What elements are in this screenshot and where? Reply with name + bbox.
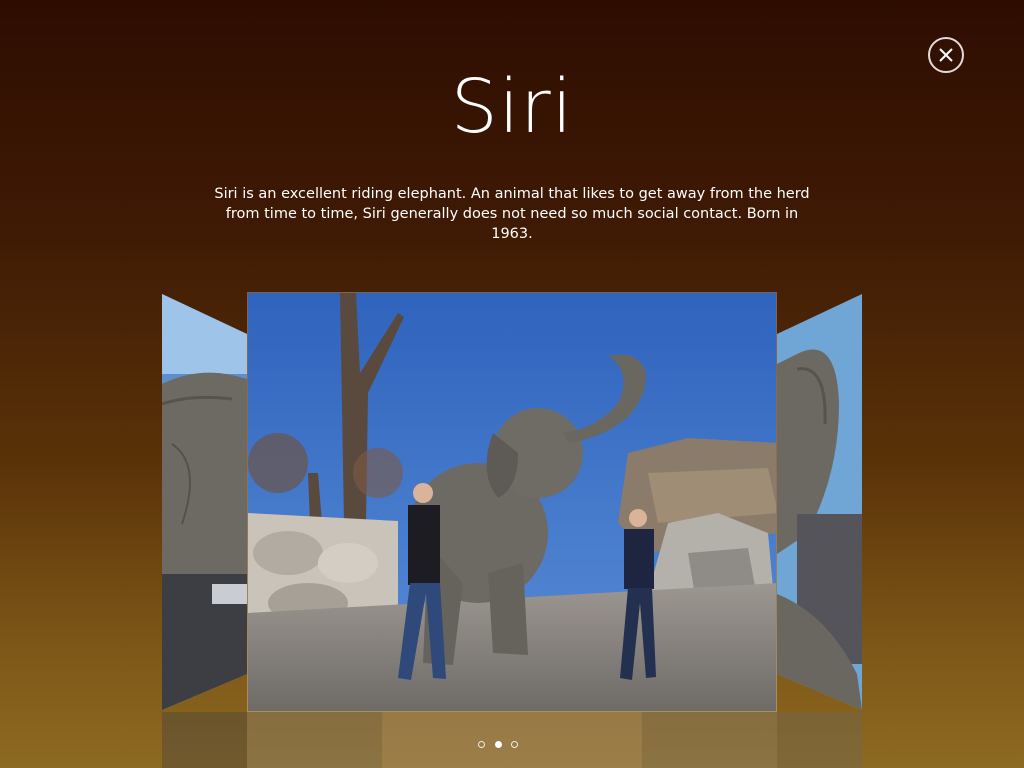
carousel-slide-previous[interactable]: [162, 294, 247, 710]
carousel-pagination: [478, 739, 518, 749]
carousel-slide-next[interactable]: [777, 294, 862, 710]
elephant-side-photo: [162, 294, 247, 710]
photo-carousel: [0, 0, 1024, 768]
elephant-trunk-raised-photo: [777, 294, 862, 710]
pagination-dot-1[interactable]: [478, 740, 485, 748]
pagination-dot-2[interactable]: [494, 740, 502, 748]
elephant-with-people-photo: [248, 293, 776, 711]
carousel-slide-current[interactable]: [247, 292, 777, 712]
pagination-dot-3[interactable]: [511, 740, 518, 748]
